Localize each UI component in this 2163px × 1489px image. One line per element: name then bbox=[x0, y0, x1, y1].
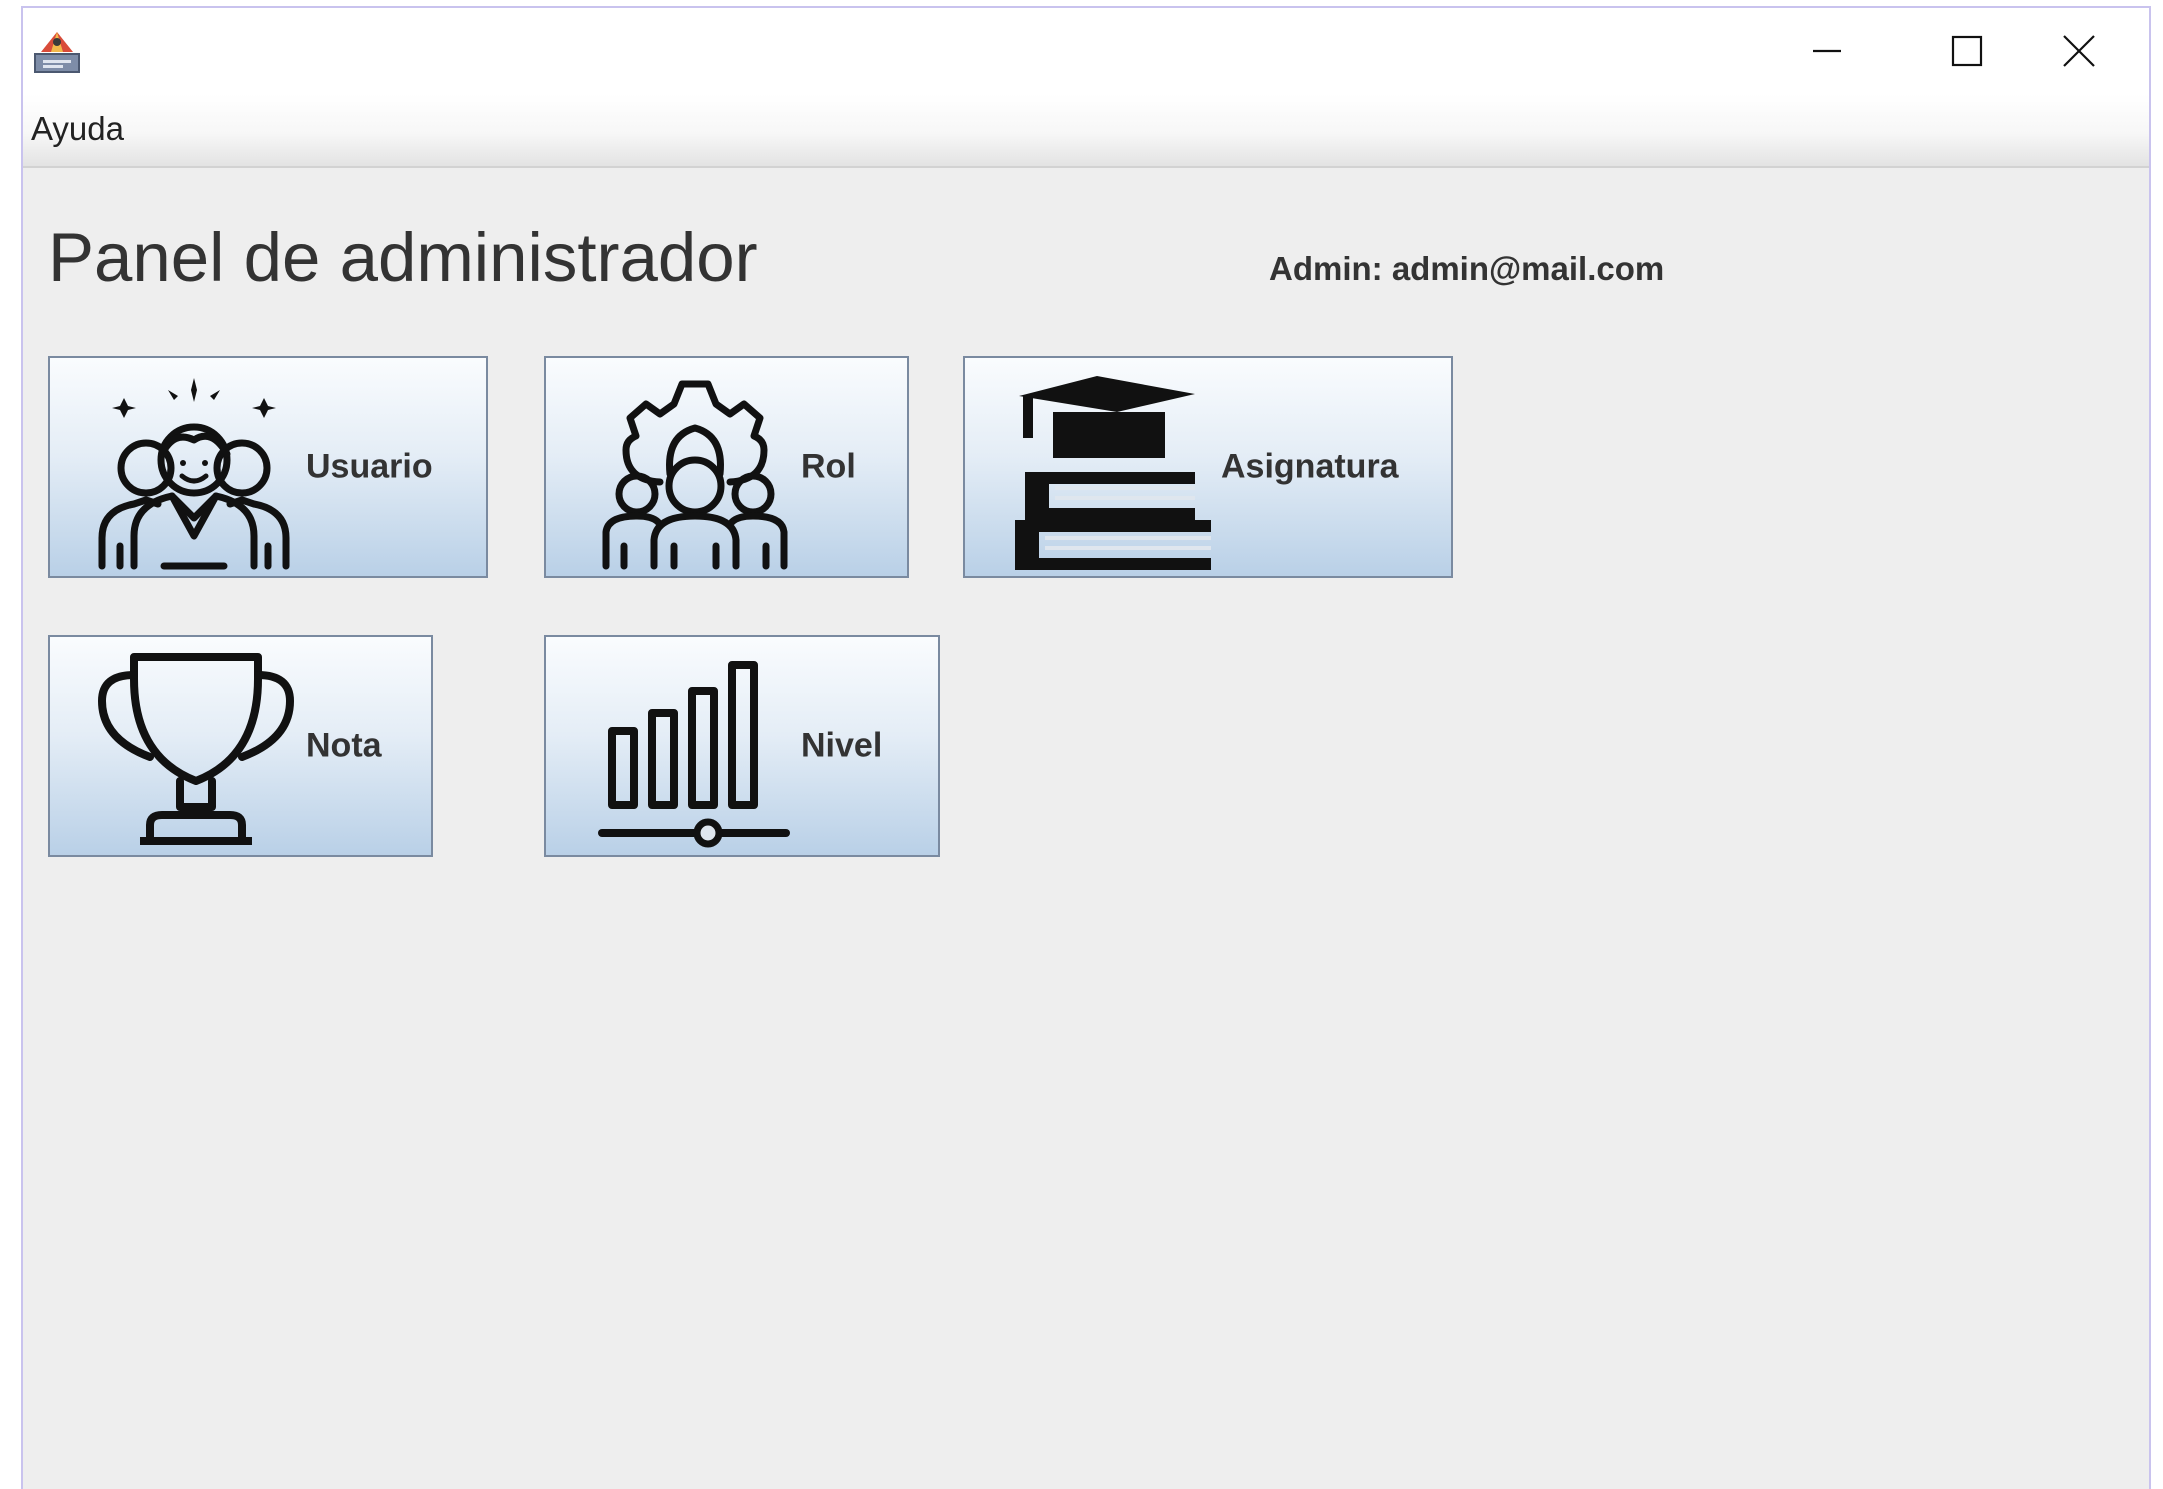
admin-email-label: Admin: admin@mail.com bbox=[1269, 250, 1665, 287]
role-gear-team-icon bbox=[602, 380, 788, 570]
admin-panel: Panel de administrador Admin: admin@mail… bbox=[23, 168, 2149, 1489]
nivel-label: Nivel bbox=[801, 726, 883, 765]
graduation-books-icon bbox=[1015, 376, 1211, 570]
title-bar[interactable] bbox=[23, 8, 2149, 94]
rol-button[interactable]: Rol bbox=[544, 356, 909, 578]
minimize-icon bbox=[1813, 49, 1841, 53]
nota-label: Nota bbox=[306, 726, 382, 765]
asignatura-button[interactable]: Asignatura bbox=[963, 356, 1453, 578]
nivel-button[interactable]: Nivel bbox=[544, 635, 940, 857]
close-icon bbox=[2063, 35, 2095, 67]
asignatura-label: Asignatura bbox=[1221, 447, 1399, 486]
page-title: Panel de administrador bbox=[48, 219, 758, 296]
maximize-icon bbox=[1951, 35, 1983, 67]
close-button[interactable] bbox=[2009, 8, 2149, 94]
rol-label: Rol bbox=[801, 447, 856, 486]
nota-button[interactable]: Nota bbox=[48, 635, 433, 857]
menu-item-ayuda[interactable]: Ayuda bbox=[27, 106, 128, 152]
level-bars-icon bbox=[598, 661, 790, 848]
users-team-icon bbox=[98, 378, 290, 570]
trophy-icon bbox=[98, 653, 294, 845]
app-window: Ayuda Panel de administrador Admin: admi… bbox=[21, 6, 2151, 1489]
java-app-icon bbox=[34, 32, 80, 73]
usuario-button[interactable]: Usuario bbox=[48, 356, 488, 578]
usuario-label: Usuario bbox=[306, 447, 433, 486]
menu-bar: Ayuda bbox=[23, 94, 2149, 168]
minimize-button[interactable] bbox=[1757, 8, 1897, 94]
